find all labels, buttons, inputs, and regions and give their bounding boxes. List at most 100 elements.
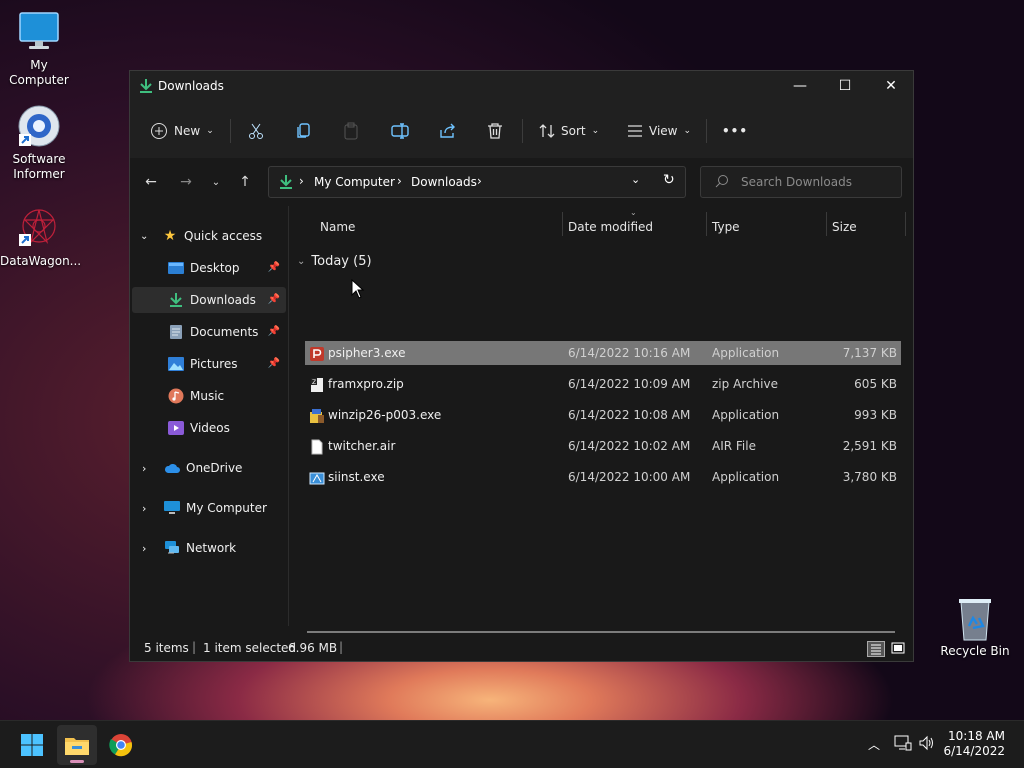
back-button[interactable]: ← [139,172,163,192]
svg-text:Z: Z [312,379,316,386]
up-button[interactable]: ↑ [233,172,257,192]
monitor-icon [17,10,61,54]
horizontal-scrollbar[interactable] [307,631,895,633]
desktop-icon-datawagon[interactable]: DataWagon... [0,206,81,269]
minimize-button[interactable]: — [777,71,823,101]
file-size: 605 KB [854,377,897,391]
sidebar-item-downloads[interactable]: Downloads 📌 [132,287,286,313]
sidebar-item-label: Quick access [184,229,263,243]
breadcrumb-downloads[interactable]: Downloads [411,175,477,189]
videos-icon [168,420,184,436]
clock-time: 10:18 AM [948,729,1005,743]
column-header-date-modified[interactable]: Date modified [568,216,706,238]
chevron-down-icon: ⌄ [206,126,214,136]
desktop-icon-label: Software Informer [12,152,66,181]
breadcrumb-separator: › [299,174,304,188]
share-button[interactable] [439,117,457,145]
sidebar-item-pictures[interactable]: Pictures 📌 [132,351,286,377]
file-type: Application [712,470,780,484]
maximize-icon: ☐ [838,78,852,94]
file-date: 6/14/2022 10:09 AM [568,377,691,391]
sidebar-item-my-computer[interactable]: › My Computer [132,495,286,521]
show-hidden-icons-button[interactable]: ︿ [868,736,880,753]
sidebar-item-label: Videos [190,421,230,435]
close-button[interactable]: ✕ [868,71,914,101]
group-label: Today (5) [311,253,372,269]
share-icon [439,122,457,140]
winzip-app-icon [309,408,325,424]
file-list-pane: Name Date modified ⌄ Type Size ⌄ Today (… [289,206,913,626]
refresh-icon[interactable]: ↻ [663,172,675,188]
column-header-type[interactable]: Type [712,216,824,238]
system-clock[interactable]: 10:18 AM 6/14/2022 [943,729,1005,759]
taskbar-chrome[interactable] [101,725,141,765]
column-header-name[interactable]: Name [320,216,560,238]
sort-button[interactable]: Sort ⌄ [539,117,599,145]
file-date: 6/14/2022 10:08 AM [568,408,691,422]
network-icon [164,540,180,556]
title-bar[interactable]: Downloads — ☐ ✕ [130,71,913,103]
address-dropdown-icon[interactable]: ⌄ [631,173,640,186]
music-icon [168,388,184,404]
sidebar-item-network[interactable]: › Network [132,535,286,561]
sidebar-item-quick-access[interactable]: ⌄ ★ Quick access [132,223,286,249]
cut-button[interactable] [248,117,264,145]
file-row[interactable]: psipher3.exe 6/14/2022 10:16 AM Applicatio… [305,341,901,365]
desktop-icon-my-computer[interactable]: My Computer [0,10,78,88]
chrome-icon [109,734,133,757]
file-type: Application [712,346,780,360]
windows-logo-icon [21,734,43,756]
column-label: Date modified [568,220,654,234]
forward-button[interactable]: → [174,172,198,192]
breadcrumb-my-computer[interactable]: My Computer [314,175,395,189]
tiles-view-button[interactable] [890,641,906,657]
desktop-icon-label: Recycle Bin [940,644,1010,658]
sort-icon [539,123,555,139]
sidebar-item-videos[interactable]: Videos [132,415,286,441]
file-row[interactable]: siinst.exe 6/14/2022 10:00 AM Application 3… [305,465,901,489]
search-input[interactable]: Search Downloads [741,175,852,189]
application-icon [309,470,325,486]
sidebar-item-music[interactable]: Music [132,383,286,409]
file-row[interactable]: winzip26-p003.exe 6/14/2022 10:08 AM Appli… [305,403,901,427]
group-header-today[interactable]: ⌄ Today (5) [297,251,372,271]
start-button[interactable] [12,725,52,765]
copy-button[interactable] [296,117,312,145]
chevron-down-icon: ⌄ [211,176,221,188]
more-icon: ••• [722,124,749,138]
desktop-icon-recycle-bin[interactable]: Recycle Bin [936,596,1014,659]
file-row[interactable]: Zframxpro.zip 6/14/2022 10:09 AM zip Archi… [305,372,901,396]
clipboard-icon [343,122,359,140]
volume-icon[interactable] [918,735,936,754]
breadcrumb-separator: › [397,174,402,188]
delete-button[interactable] [487,117,503,145]
column-header-size[interactable]: Size [832,216,902,238]
details-view-button[interactable] [867,641,885,657]
view-button[interactable]: View ⌄ [627,117,691,145]
copy-icon [296,122,312,140]
file-row[interactable]: twitcher.air 6/14/2022 10:02 AM AIR File 2,… [305,434,901,458]
new-button[interactable]: New ⌄ [150,117,214,145]
navigation-pane: ⌄ ★ Quick access Desktop 📌 Downloads 📌 D… [130,206,288,626]
monitor-icon [164,500,180,516]
address-bar[interactable]: › My Computer › Downloads › ⌄ ↻ [268,166,686,198]
rename-button[interactable] [391,117,409,145]
downloads-icon [168,292,184,308]
search-box[interactable]: Search Downloads [700,166,902,198]
sidebar-item-documents[interactable]: Documents 📌 [132,319,286,345]
more-options-button[interactable]: ••• [722,117,748,145]
sidebar-item-onedrive[interactable]: › OneDrive [132,455,286,481]
chevron-right-icon: › [142,501,147,515]
file-name: siinst.exe [328,470,385,484]
network-tray-icon[interactable] [894,735,912,754]
clock-date: 6/14/2022 [943,744,1005,758]
taskbar-file-explorer[interactable] [57,725,97,765]
recycle-bin-icon [953,596,997,641]
recent-locations-button[interactable]: ⌄ [204,172,228,192]
window-title: Downloads [158,79,224,93]
file-name: framxpro.zip [328,377,404,391]
sidebar-item-desktop[interactable]: Desktop 📌 [132,255,286,281]
desktop-icon-software-informer[interactable]: Software Informer [0,104,78,182]
paste-button[interactable] [343,117,359,145]
maximize-button[interactable]: ☐ [822,71,868,101]
